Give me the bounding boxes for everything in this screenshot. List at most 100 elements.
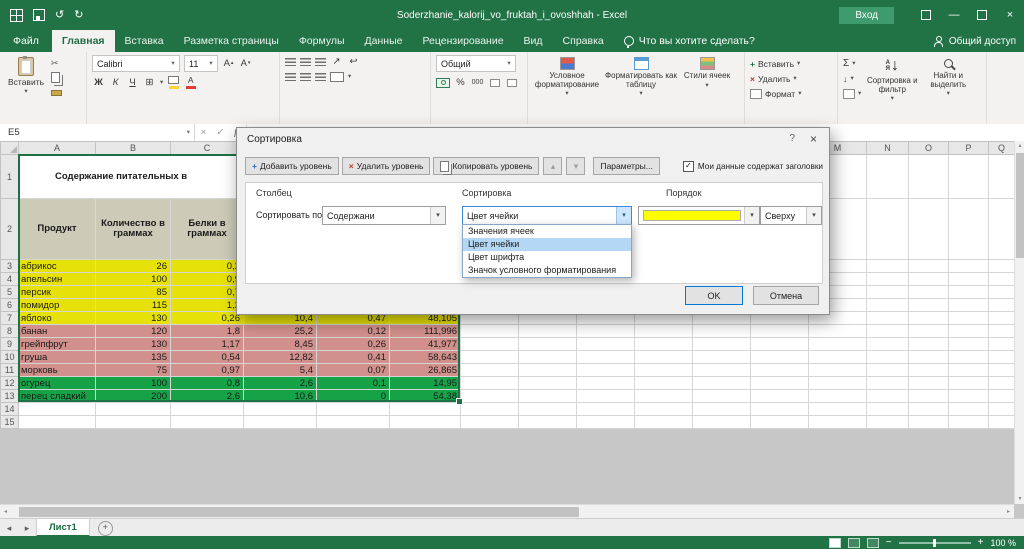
- grid-cell[interactable]: [461, 403, 519, 416]
- grid-cell[interactable]: [949, 312, 989, 325]
- grid-cell[interactable]: [635, 351, 693, 364]
- grid-cell[interactable]: [909, 416, 949, 429]
- row-header-14[interactable]: 14: [1, 403, 19, 416]
- value-cell[interactable]: 75: [96, 364, 171, 377]
- autosum-button[interactable]: Σ ▾: [843, 57, 861, 70]
- dropdown-option[interactable]: Цвет ячейки: [463, 238, 631, 251]
- undo-icon[interactable]: ↺: [55, 10, 64, 21]
- close-icon[interactable]: ×: [810, 132, 817, 146]
- grow-font-button[interactable]: А▴: [222, 57, 235, 70]
- dropdown-option[interactable]: Цвет шрифта: [463, 251, 631, 264]
- grid-cell[interactable]: [949, 273, 989, 286]
- column-header-A[interactable]: A: [19, 142, 96, 155]
- grid-cell[interactable]: [949, 377, 989, 390]
- italic-button[interactable]: К: [109, 76, 122, 89]
- grid-cell[interactable]: [751, 364, 809, 377]
- align-middle-icon[interactable]: [300, 58, 311, 66]
- grid-cell[interactable]: [809, 325, 867, 338]
- sort-by-select[interactable]: Содержани ▾: [322, 206, 446, 225]
- grid-cell[interactable]: [949, 390, 989, 403]
- fill-handle[interactable]: [456, 398, 463, 405]
- product-cell[interactable]: абрикос: [19, 260, 96, 273]
- grid-cell[interactable]: [909, 299, 949, 312]
- chevron-down-icon[interactable]: ▾: [806, 207, 821, 224]
- grid-cell[interactable]: [96, 403, 171, 416]
- grid-cell[interactable]: [809, 338, 867, 351]
- value-cell[interactable]: 1,17: [171, 338, 244, 351]
- grid-cell[interactable]: [909, 155, 949, 199]
- value-cell[interactable]: 2,6: [244, 377, 317, 390]
- value-cell[interactable]: 5,4: [244, 364, 317, 377]
- value-cell[interactable]: 200: [96, 390, 171, 403]
- column-header-P[interactable]: P: [949, 142, 989, 155]
- grid-cell[interactable]: [867, 338, 909, 351]
- align-left-icon[interactable]: [285, 73, 296, 81]
- grid-cell[interactable]: [693, 364, 751, 377]
- grid-cell[interactable]: [909, 199, 949, 260]
- grid-cell[interactable]: [949, 416, 989, 429]
- grid-cell[interactable]: [867, 155, 909, 199]
- value-cell[interactable]: 111,996: [390, 325, 461, 338]
- value-cell[interactable]: 12,82: [244, 351, 317, 364]
- ribbon-tab-page-layout[interactable]: Разметка страницы: [174, 30, 289, 52]
- grid-cell[interactable]: [635, 325, 693, 338]
- font-size-select[interactable]: 11 ▾: [184, 55, 218, 72]
- chevron-down-icon[interactable]: ▾: [430, 207, 445, 224]
- grid-cell[interactable]: [949, 403, 989, 416]
- grid-cell[interactable]: [519, 325, 577, 338]
- grid-cell[interactable]: [909, 351, 949, 364]
- paste-button[interactable]: Вставить ▾: [5, 55, 47, 109]
- grid-cell[interactable]: [909, 273, 949, 286]
- sort-on-select[interactable]: Цвет ячейки ▾: [462, 206, 632, 225]
- value-cell[interactable]: 2,6: [171, 390, 244, 403]
- grid-cell[interactable]: [693, 338, 751, 351]
- underline-button[interactable]: Ч: [126, 76, 139, 89]
- product-cell[interactable]: груша: [19, 351, 96, 364]
- grid-cell[interactable]: [693, 403, 751, 416]
- grid-cell[interactable]: [809, 390, 867, 403]
- row-header-9[interactable]: 9: [1, 338, 19, 351]
- grid-cell[interactable]: [989, 286, 1015, 299]
- value-cell[interactable]: 0,7: [171, 286, 244, 299]
- grid-cell[interactable]: [635, 338, 693, 351]
- restore-button[interactable]: [968, 0, 996, 30]
- scroll-down-icon[interactable]: ▾: [1018, 494, 1021, 504]
- grid-cell[interactable]: [171, 403, 244, 416]
- grid-cell[interactable]: [693, 377, 751, 390]
- find-select-button[interactable]: Найти и выделить ▾: [923, 55, 973, 109]
- grid-cell[interactable]: [867, 377, 909, 390]
- grid-cell[interactable]: [519, 364, 577, 377]
- grid-cell[interactable]: [867, 299, 909, 312]
- grid-cell[interactable]: [867, 351, 909, 364]
- grid-cell[interactable]: [390, 403, 461, 416]
- grid-cell[interactable]: [751, 377, 809, 390]
- delete-cells-button[interactable]: × Удалить ▾: [750, 72, 801, 85]
- value-cell[interactable]: 0,54: [171, 351, 244, 364]
- close-button[interactable]: ×: [996, 0, 1024, 30]
- ribbon-tab-view[interactable]: Вид: [514, 30, 553, 52]
- column-title-cell[interactable]: Белки в граммах: [171, 199, 244, 260]
- column-title-cell[interactable]: Количество в граммах: [96, 199, 171, 260]
- grid-cell[interactable]: [949, 325, 989, 338]
- grid-cell[interactable]: [867, 312, 909, 325]
- ribbon-tab-review[interactable]: Рецензирование: [412, 30, 513, 52]
- grid-cell[interactable]: [867, 325, 909, 338]
- sheet-nav-right-icon[interactable]: ▸: [18, 519, 36, 537]
- value-cell[interactable]: 120: [96, 325, 171, 338]
- grid-cell[interactable]: [390, 416, 461, 429]
- grid-cell[interactable]: [461, 364, 519, 377]
- horizontal-scrollbar-thumb[interactable]: [19, 507, 579, 517]
- row-header-4[interactable]: 4: [1, 273, 19, 286]
- value-cell[interactable]: 41,977: [390, 338, 461, 351]
- column-title-cell[interactable]: Продукт: [19, 199, 96, 260]
- horizontal-scrollbar[interactable]: ◂ ▸: [0, 504, 1014, 518]
- product-cell[interactable]: морковь: [19, 364, 96, 377]
- sort-filter-button[interactable]: АЯ ↓ Сортировка и фильтр ▾: [865, 55, 919, 109]
- name-box-dropdown-icon[interactable]: ▾: [187, 130, 190, 136]
- align-top-icon[interactable]: [285, 58, 296, 66]
- ok-button[interactable]: OK: [685, 286, 743, 305]
- grid-cell[interactable]: [519, 403, 577, 416]
- grid-cell[interactable]: [461, 325, 519, 338]
- align-right-icon[interactable]: [315, 73, 326, 81]
- value-cell[interactable]: 10,6: [244, 390, 317, 403]
